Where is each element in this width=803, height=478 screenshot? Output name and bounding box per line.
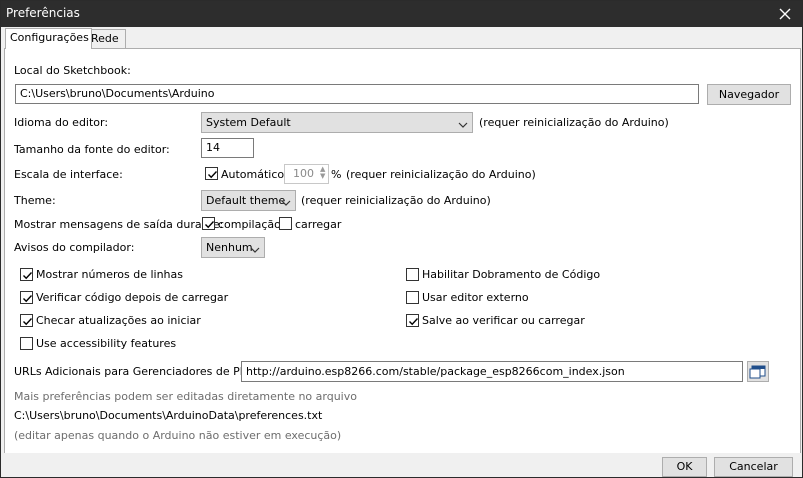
option-accessibility-checkbox[interactable] — [20, 337, 33, 350]
option-line-numbers-checkbox[interactable] — [20, 268, 33, 281]
dialog-footer: OK Cancelar — [1, 453, 802, 477]
theme-note: (requer reinicialização do Arduino) — [301, 194, 491, 207]
edit-warning-note: (editar apenas quando o Arduino não esti… — [14, 429, 342, 442]
chevron-down-icon — [281, 195, 291, 206]
verbose-compile-checkbox[interactable] — [202, 217, 215, 230]
option-line-numbers-label: Mostrar números de linhas — [36, 268, 183, 281]
sketchbook-path-input[interactable]: C:\Users\bruno\Documents\Arduino — [15, 84, 699, 104]
language-note: (requer reinicialização do Arduino) — [479, 116, 669, 129]
verbose-upload-label: carregar — [295, 218, 342, 231]
theme-select[interactable]: Default theme — [201, 190, 296, 211]
title-bar: Preferências — [1, 1, 802, 27]
option-code-folding-label: Habilitar Dobramento de Código — [422, 268, 601, 281]
scale-label: Escala de interface: — [14, 168, 123, 181]
scale-auto-checkbox[interactable] — [205, 167, 218, 180]
warnings-value: Nenhum — [206, 241, 253, 254]
language-value: System Default — [206, 116, 291, 129]
settings-panel: Local do Sketchbook: C:\Users\bruno\Docu… — [4, 48, 801, 454]
scale-auto-label: Automático — [221, 168, 285, 181]
option-verify-after-upload-checkbox[interactable] — [20, 291, 33, 304]
option-save-on-verify-checkbox[interactable] — [406, 314, 419, 327]
verbose-upload-checkbox[interactable] — [279, 217, 292, 230]
window-title: Preferências — [6, 6, 80, 20]
spinner-arrows-icon: ▲ ▼ — [320, 165, 326, 180]
tab-configuracoes[interactable]: Configurações — [5, 28, 92, 49]
cancel-button[interactable]: Cancelar — [714, 457, 793, 477]
option-accessibility-label: Use accessibility features — [36, 337, 177, 350]
language-label: Idioma do editor: — [14, 116, 109, 129]
option-code-folding-checkbox[interactable] — [406, 268, 419, 281]
warnings-select[interactable]: Nenhum — [201, 237, 265, 258]
window-edit-icon — [749, 365, 766, 379]
browse-button[interactable]: Navegador — [707, 84, 791, 105]
scale-unit: % — [331, 168, 342, 181]
close-icon[interactable] — [774, 3, 796, 25]
chevron-down-icon — [250, 242, 260, 253]
ok-button[interactable]: OK — [662, 457, 707, 477]
option-external-editor-checkbox[interactable] — [406, 291, 419, 304]
font-size-input[interactable]: 14 — [201, 138, 254, 158]
boards-urls-label: URLs Adicionais para Gerenciadores de Pl… — [14, 365, 272, 378]
font-size-label: Tamanho da fonte do editor: — [14, 143, 170, 156]
verbose-label: Mostrar mensagens de saída durante: — [14, 218, 224, 231]
language-select[interactable]: System Default — [201, 112, 473, 133]
preferences-window: Preferências Configurações Rede Local do… — [0, 0, 803, 478]
theme-label: Theme: — [14, 194, 56, 207]
verbose-compile-label: compilação — [218, 218, 281, 231]
sketchbook-label: Local do Sketchbook: — [14, 64, 131, 77]
option-save-on-verify-label: Salve ao verificar ou carregar — [422, 314, 585, 327]
option-check-updates-checkbox[interactable] — [20, 314, 33, 327]
chevron-down-icon — [458, 117, 468, 128]
scale-note: (requer reinicialização do Arduino) — [346, 168, 536, 181]
tab-rede[interactable]: Rede — [86, 29, 126, 48]
preferences-file-path: C:\Users\bruno\Documents\ArduinoData\pre… — [14, 409, 323, 422]
option-check-updates-label: Checar atualizações ao iniciar — [36, 314, 201, 327]
warnings-label: Avisos do compilador: — [14, 241, 135, 254]
option-verify-after-upload-label: Verificar código depois de carregar — [36, 291, 229, 304]
boards-urls-input[interactable]: http://arduino.esp8266.com/stable/packag… — [241, 361, 743, 382]
theme-value: Default theme — [206, 194, 286, 207]
scale-value: 100 — [293, 167, 314, 180]
boards-urls-edit-button[interactable] — [747, 361, 769, 382]
option-external-editor-label: Usar editor externo — [422, 291, 529, 304]
more-prefs-note: Mais preferências podem ser editadas dir… — [14, 390, 357, 403]
